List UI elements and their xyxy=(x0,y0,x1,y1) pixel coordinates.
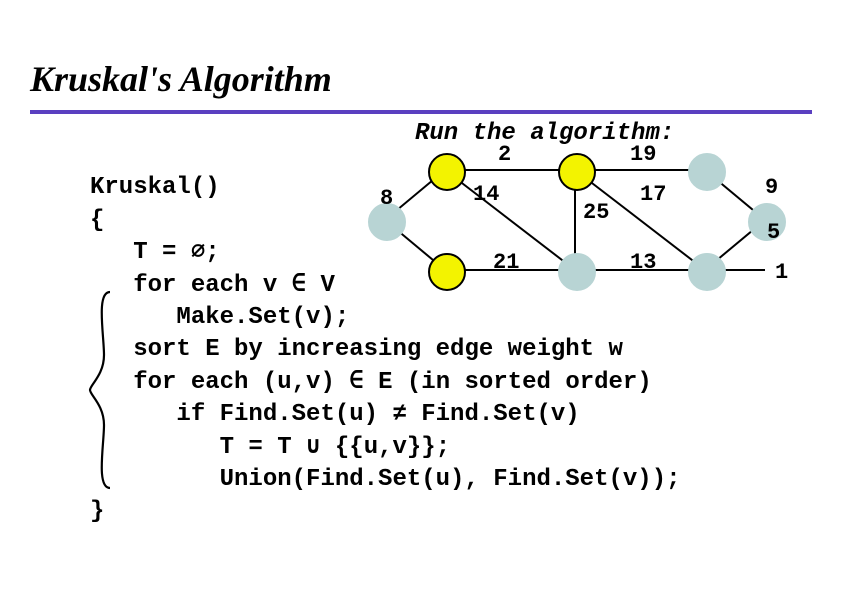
code-line-5: Make.Set(v); xyxy=(90,304,349,331)
edge-weight-19: 19 xyxy=(630,142,656,167)
code-line-7: for each (u,v) ∈ E (in sorted order) xyxy=(90,369,652,396)
brace-icon xyxy=(88,290,118,490)
title-underline xyxy=(30,110,812,114)
graph-node-a xyxy=(428,153,466,191)
code-line-1: Kruskal() xyxy=(90,174,220,201)
slide-title: Kruskal's Algorithm xyxy=(30,58,332,100)
code-line-3: T = ∅; xyxy=(90,239,220,266)
edge-weight-1: 1 xyxy=(775,260,788,285)
code-line-10: Union(Find.Set(u), Find.Set(v)); xyxy=(90,466,681,493)
edge-weight-14: 14 xyxy=(473,182,499,207)
edge-weight-17: 17 xyxy=(640,182,666,207)
slide: Kruskal's Algorithm Kruskal() { T = ∅; f… xyxy=(0,0,842,595)
graph-node-f xyxy=(558,253,596,291)
code-line-6: sort E by increasing edge weight w xyxy=(90,336,623,363)
edge-weight-21: 21 xyxy=(493,250,519,275)
graph-node-e xyxy=(428,253,466,291)
graph-node-g xyxy=(688,253,726,291)
code-line-9: T = T ∪ {{u,v}}; xyxy=(90,434,450,461)
edge-weight-25: 25 xyxy=(583,200,609,225)
code-line-2: { xyxy=(90,207,104,234)
graph-node-b xyxy=(558,153,596,191)
edge-weight-8: 8 xyxy=(380,186,393,211)
edge-weight-2: 2 xyxy=(498,142,511,167)
edge-weight-5: 5 xyxy=(767,220,780,245)
code-line-8: if Find.Set(u) ≠ Find.Set(v) xyxy=(90,401,580,428)
code-line-11: } xyxy=(90,498,104,525)
edge-weight-13: 13 xyxy=(630,250,656,275)
graph: Run the algorithm: xyxy=(385,120,825,290)
graph-node-c xyxy=(688,153,726,191)
edge-weight-9: 9 xyxy=(765,175,778,200)
code-line-4: for each v ∈ V xyxy=(90,272,335,299)
